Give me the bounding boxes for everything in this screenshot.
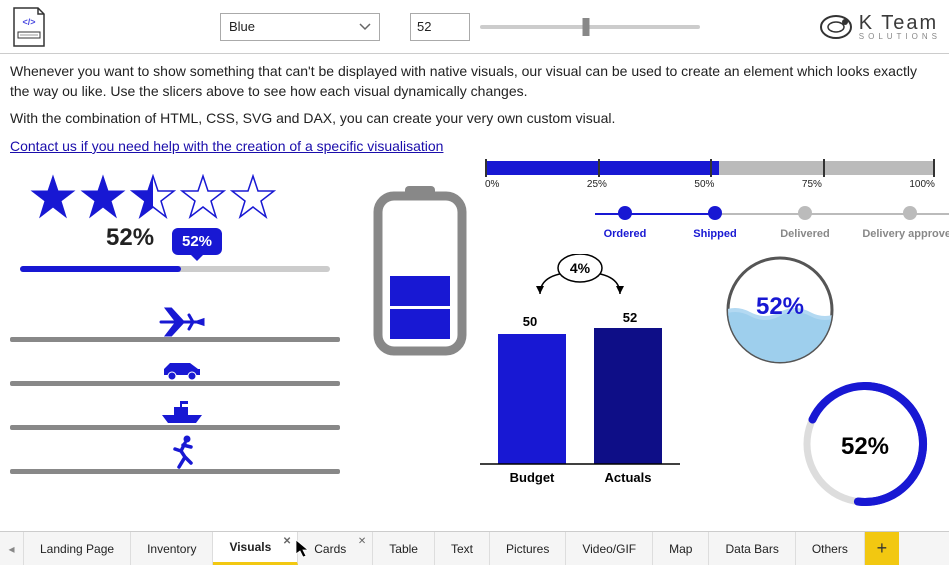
percent-scale-bar: 0% 25% 50% 75% 100%: [485, 161, 935, 190]
radial-text: 52%: [841, 433, 889, 460]
tab-table[interactable]: Table: [373, 532, 435, 565]
step-shipped: Shipped: [675, 206, 755, 240]
star-empty-icon: [230, 174, 276, 220]
step-ordered: Ordered: [585, 206, 665, 240]
logo-text-main: K Team: [859, 13, 941, 33]
step-delivered: Delivered: [765, 206, 845, 240]
tab-visuals[interactable]: Visuals✕: [213, 532, 298, 565]
tab-landing[interactable]: Landing Page: [24, 532, 131, 565]
svg-text:</>: </>: [22, 17, 35, 27]
runner-icon: [167, 435, 197, 471]
tab-cards[interactable]: Cards✕: [298, 532, 373, 565]
budget-actuals-chart: 4% 50 52 Budget Actuals: [470, 254, 690, 492]
budget-lbl: Budget: [510, 470, 555, 485]
star-icon: [30, 174, 76, 220]
budget-val: 50: [523, 314, 537, 329]
delivery-steps: Ordered Shipped Delivered Delivery appro…: [585, 206, 949, 240]
tab-others[interactable]: Others: [796, 532, 865, 565]
icon-sliders: [10, 322, 340, 474]
value-input[interactable]: 52: [410, 13, 470, 41]
logo-text-sub: SOLUTIONS: [859, 33, 941, 41]
liquid-gauge: 52%: [720, 250, 840, 373]
logo: K Team SOLUTIONS: [819, 10, 941, 44]
tab-map[interactable]: Map: [653, 532, 709, 565]
slider-car: [10, 366, 340, 386]
value-input-text: 52: [417, 19, 431, 34]
slider-thumb[interactable]: [582, 18, 589, 36]
battery-visual: [370, 186, 470, 359]
contact-link[interactable]: Contact us if you need help with the cre…: [10, 138, 443, 154]
star-icon: [80, 174, 126, 220]
actuals-val: 52: [623, 310, 637, 325]
radial-gauge: 52%: [795, 374, 935, 517]
star-rating: 52% 52%: [30, 174, 340, 272]
chevron-down-icon: [359, 19, 371, 34]
add-tab-button[interactable]: +: [865, 532, 899, 565]
plane-icon: [159, 305, 205, 339]
car-icon: [160, 357, 204, 383]
tab-scroll-left[interactable]: ◂: [0, 532, 24, 565]
tab-databars[interactable]: Data Bars: [709, 532, 795, 565]
close-icon[interactable]: ✕: [358, 536, 366, 547]
top-slider[interactable]: [480, 13, 700, 41]
slider-plane: [10, 322, 340, 342]
slider-runner: [10, 454, 340, 474]
logo-icon: [819, 10, 853, 44]
step-approved: Delivery approved: [855, 206, 949, 240]
tab-video[interactable]: Video/GIF: [566, 532, 653, 565]
progress-bubble-slider: 52%: [20, 266, 330, 272]
delta-label: 4%: [570, 260, 591, 276]
tab-inventory[interactable]: Inventory: [131, 532, 213, 565]
close-icon[interactable]: ✕: [283, 536, 291, 547]
color-dropdown[interactable]: Blue: [220, 13, 380, 41]
gauge-text: 52%: [756, 293, 804, 320]
tab-text[interactable]: Text: [435, 532, 490, 565]
percent-label: 52%: [106, 224, 340, 252]
intro-text: Whenever you want to show something that…: [0, 54, 949, 164]
tab-pictures[interactable]: Pictures: [490, 532, 566, 565]
app-icon: </>: [8, 6, 50, 48]
actuals-lbl: Actuals: [605, 470, 652, 485]
page-tabs: ◂ Landing Page Inventory Visuals✕ Cards✕…: [0, 531, 949, 565]
top-bar: </> Blue 52 K Team SOLUTIONS: [0, 0, 949, 54]
boat-icon: [160, 401, 204, 427]
star-half-icon: [130, 174, 176, 220]
color-dropdown-value: Blue: [229, 19, 255, 34]
progress-bubble: 52%: [172, 228, 222, 255]
star-empty-icon: [180, 174, 226, 220]
slider-boat: [10, 410, 340, 430]
